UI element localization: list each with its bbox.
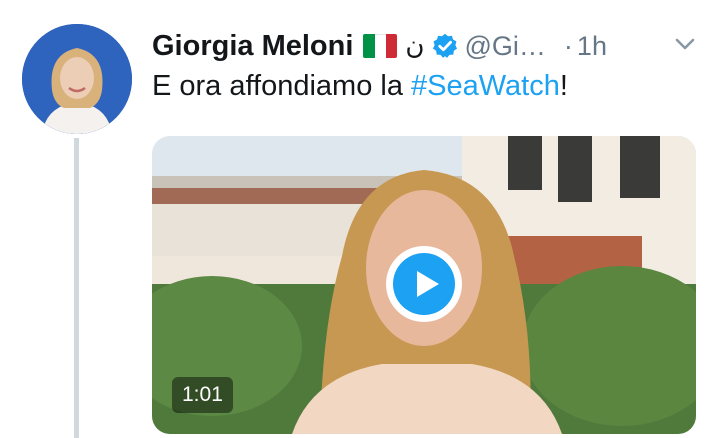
video-duration: 1:01 [172, 377, 233, 413]
avatar[interactable] [22, 24, 132, 134]
hashtag-link[interactable]: #SeaWatch [411, 70, 560, 102]
chevron-down-icon[interactable] [674, 36, 696, 52]
author-name[interactable]: Giorgia Meloni [152, 30, 353, 63]
tweet-text-body: E ora affondiamo la [152, 70, 412, 102]
separator-dot: · [563, 30, 573, 61]
verified-badge-icon [432, 33, 457, 58]
thread-line [74, 138, 79, 438]
timestamp[interactable]: 1h [577, 31, 607, 62]
avatar-image [22, 24, 132, 134]
author-handle[interactable]: @Gi… [465, 31, 546, 62]
play-button[interactable] [386, 246, 462, 322]
tweet-text: E ora affondiamo la #SeaWatch! [152, 70, 568, 103]
tweet-header: Giorgia Meloni ن @Gi… · 1h [152, 26, 712, 66]
play-icon [393, 253, 455, 315]
author-symbol: ن [405, 31, 425, 61]
tweet-text-end: ! [559, 70, 568, 102]
italy-flag-icon [363, 34, 398, 58]
